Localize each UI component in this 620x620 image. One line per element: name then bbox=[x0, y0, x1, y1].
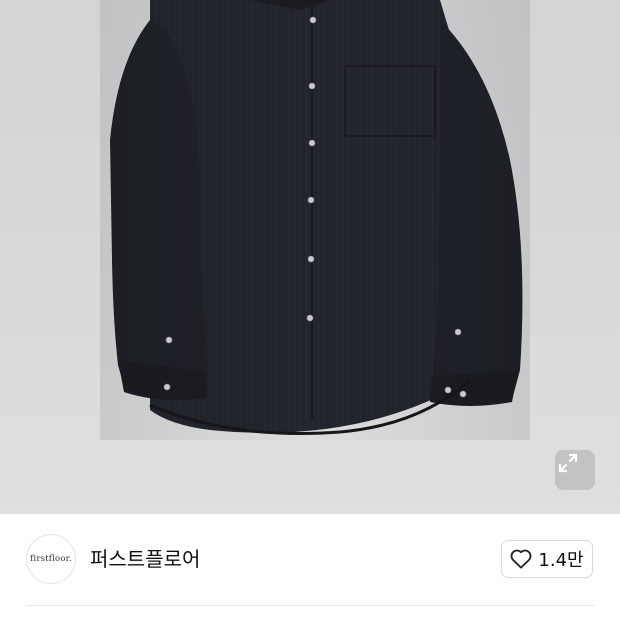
brand-bar: firstfloor. 퍼스트플로어 1.4만 bbox=[0, 514, 620, 606]
like-button[interactable]: 1.4만 bbox=[501, 540, 593, 578]
brand-logo-text: firstfloor. bbox=[30, 554, 72, 564]
shirt-illustration bbox=[100, 0, 530, 440]
brand-name[interactable]: 퍼스트플로어 bbox=[90, 544, 200, 574]
expand-arrows-icon bbox=[558, 453, 578, 473]
product-image[interactable] bbox=[0, 0, 620, 514]
heart-outline-icon bbox=[510, 549, 532, 569]
expand-image-button[interactable] bbox=[555, 450, 595, 490]
divider bbox=[26, 605, 594, 606]
brand-logo[interactable]: firstfloor. bbox=[26, 534, 76, 584]
like-count: 1.4만 bbox=[538, 550, 584, 571]
